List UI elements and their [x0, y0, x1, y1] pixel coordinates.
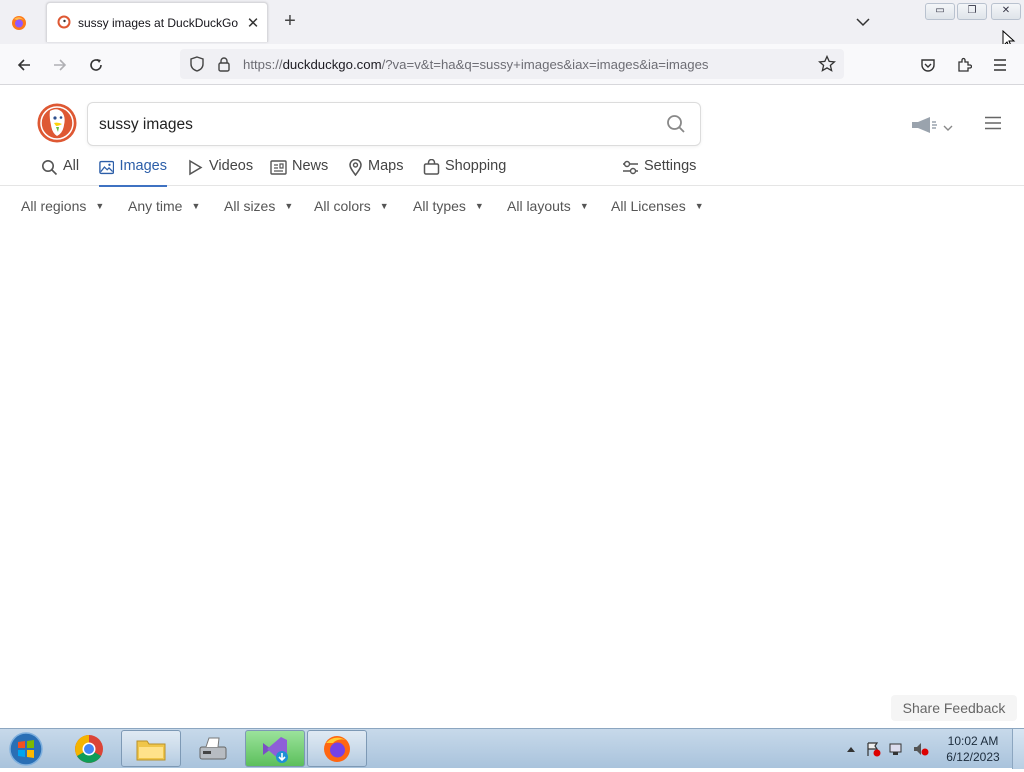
- tab-close-icon[interactable]: ✕: [245, 14, 261, 32]
- browser-tab-active[interactable]: sussy images at DuckDuckGo ✕: [46, 2, 268, 42]
- tab-videos[interactable]: Videos: [187, 158, 253, 186]
- fax-scanner-icon: [199, 737, 227, 759]
- search-icon[interactable]: [666, 114, 686, 139]
- search-input[interactable]: sussy images: [99, 116, 193, 134]
- close-window-button[interactable]: ✕: [991, 3, 1021, 20]
- show-hidden-icons-icon: [847, 747, 855, 752]
- lock-icon[interactable]: [217, 56, 231, 77]
- url-bar[interactable]: https://duckduckgo.com/?va=v&t=ha&q=suss…: [180, 49, 844, 79]
- tab-shopping[interactable]: Shopping: [423, 158, 506, 186]
- play-icon: [189, 159, 203, 176]
- tab-title: sussy images at DuckDuckGo: [78, 16, 239, 30]
- url-text[interactable]: https://duckduckgo.com/?va=v&t=ha&q=suss…: [243, 57, 709, 72]
- taskbar-clock[interactable]: 10:02 AM 6/12/2023: [938, 733, 1008, 765]
- new-tab-button[interactable]: +: [279, 10, 301, 33]
- tab-maps[interactable]: Maps: [348, 158, 403, 186]
- list-all-tabs-chevron-icon[interactable]: [855, 14, 871, 32]
- tracking-protection-shield-icon[interactable]: [189, 56, 205, 77]
- minimize-button[interactable]: ▭: [925, 3, 955, 20]
- caret-down-icon: ▼: [379, 201, 389, 211]
- promo-megaphone-button[interactable]: [910, 116, 953, 139]
- caret-down-icon: ▼: [579, 201, 589, 211]
- caret-down-icon: ▼: [694, 201, 704, 211]
- news-icon: [270, 160, 287, 175]
- taskbar-firefox-button[interactable]: [307, 730, 367, 767]
- network-icon: [889, 743, 902, 753]
- caret-down-icon: ▼: [95, 201, 105, 211]
- filter-color-dropdown[interactable]: All colors ▼: [314, 198, 389, 214]
- chevron-down-icon: [943, 119, 953, 137]
- windows-start-button[interactable]: [6, 731, 46, 767]
- menu-hamburger-icon[interactable]: [984, 116, 1002, 135]
- firefox-view-icon[interactable]: [8, 12, 30, 34]
- map-pin-icon: [349, 159, 362, 176]
- caret-down-icon: ▼: [474, 201, 484, 211]
- image-icon: [99, 160, 115, 175]
- taskbar-scanner-button[interactable]: [183, 730, 243, 767]
- search-tabs: All Images Videos News Maps Shopping Set…: [0, 158, 1024, 187]
- search-box[interactable]: sussy images: [87, 102, 701, 146]
- taskbar-file-explorer-button[interactable]: [121, 730, 181, 767]
- image-filters-bar: All regions ▼ Any time ▼ All sizes ▼ All co…: [0, 198, 1024, 220]
- tab-settings[interactable]: Settings: [622, 158, 696, 186]
- firefox-icon: [324, 735, 350, 762]
- duckduckgo-favicon-icon: [57, 15, 71, 34]
- clock-time: 10:02 AM: [947, 734, 999, 748]
- tab-images[interactable]: Images: [99, 158, 167, 187]
- caret-down-icon: ▼: [191, 201, 201, 211]
- megaphone-icon: [910, 116, 938, 139]
- bookmark-star-icon[interactable]: [818, 54, 836, 78]
- caret-down-icon: ▼: [284, 201, 294, 211]
- search-icon: [42, 160, 58, 176]
- share-feedback-button[interactable]: Share Feedback: [891, 695, 1017, 721]
- visual-studio-icon: [263, 736, 288, 763]
- extensions-puzzle-icon[interactable]: [952, 53, 976, 77]
- windows-taskbar: 10:02 AM 6/12/2023: [0, 728, 1024, 769]
- system-tray: [844, 741, 934, 762]
- filter-license-dropdown[interactable]: All Licenses ▼: [611, 198, 704, 214]
- pocket-icon[interactable]: [916, 53, 940, 77]
- taskbar-chrome-button[interactable]: [59, 730, 119, 767]
- filter-region-dropdown[interactable]: All regions ▼: [21, 198, 104, 214]
- restore-button[interactable]: ❐: [957, 3, 987, 20]
- settings-sliders-icon: [623, 160, 638, 175]
- forward-arrow-icon[interactable]: [48, 53, 72, 77]
- filter-layout-dropdown[interactable]: All layouts ▼: [507, 198, 589, 214]
- folder-icon: [136, 740, 166, 760]
- filter-time-dropdown[interactable]: Any time ▼: [128, 198, 200, 214]
- filter-type-dropdown[interactable]: All types ▼: [413, 198, 484, 214]
- chrome-icon: [75, 734, 103, 763]
- filter-size-dropdown[interactable]: All sizes ▼: [224, 198, 293, 214]
- shopping-bag-icon: [423, 159, 440, 175]
- page-content: sussy images All Images Videos News Maps…: [0, 86, 1024, 728]
- show-desktop-button[interactable]: [1012, 729, 1024, 769]
- clock-date: 6/12/2023: [946, 750, 1000, 764]
- tab-all[interactable]: All: [41, 158, 79, 186]
- volume-muted-icon: [914, 743, 921, 755]
- duckduckgo-logo-icon[interactable]: [37, 103, 77, 143]
- app-menu-hamburger-icon[interactable]: [988, 53, 1012, 77]
- taskbar-visual-studio-installer-button[interactable]: [245, 730, 305, 767]
- navigation-toolbar: https://duckduckgo.com/?va=v&t=ha&q=suss…: [0, 44, 1024, 85]
- back-arrow-icon[interactable]: [12, 53, 36, 77]
- reload-icon[interactable]: [84, 53, 108, 77]
- tab-news[interactable]: News: [270, 158, 328, 186]
- browser-titlebar: sussy images at DuckDuckGo ✕ + ▭ ❐ ✕: [0, 0, 1024, 50]
